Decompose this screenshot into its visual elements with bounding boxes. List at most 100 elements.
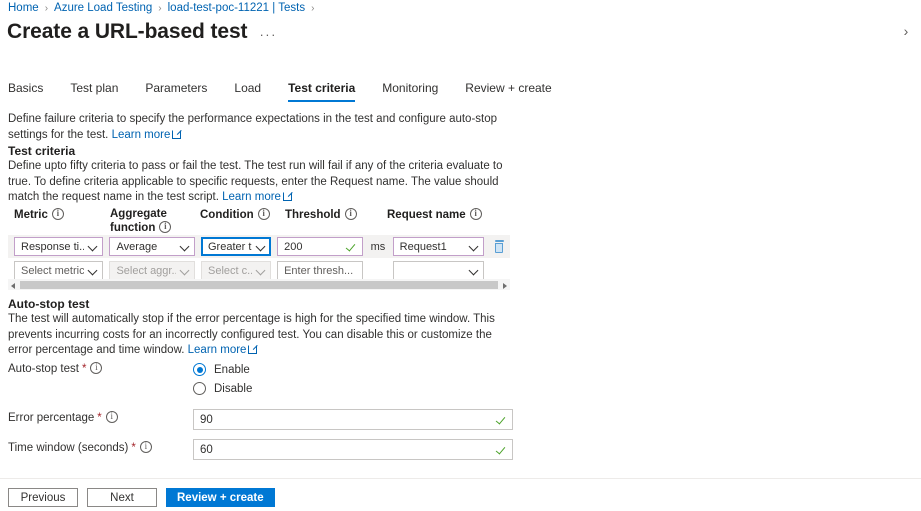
chevron-down-icon <box>256 266 266 276</box>
column-header-request-name-label: Request name <box>387 209 466 221</box>
intro-learn-more-link[interactable]: Learn more <box>112 129 182 141</box>
breadcrumb-item-azure-load-testing[interactable]: Azure Load Testing <box>54 2 152 14</box>
wizard-footer: Previous Next Review + create <box>8 488 284 507</box>
test-criteria-learn-more-link[interactable]: Learn more <box>222 191 292 203</box>
column-header-threshold: Threshold <box>285 208 387 222</box>
radio-enable-indicator <box>193 363 206 376</box>
test-criteria-table-header: Metric Aggregate function Condition Thre… <box>8 208 510 234</box>
intro-text: Define failure criteria to specify the p… <box>8 113 498 141</box>
request-name-dropdown[interactable] <box>392 261 485 280</box>
delete-criteria-placeholder <box>488 261 510 280</box>
tab-monitoring[interactable]: Monitoring <box>382 80 438 102</box>
tab-test-criteria[interactable]: Test criteria <box>288 80 356 102</box>
aggregate-function-dropdown-placeholder: Select aggr... <box>116 264 176 277</box>
footer-divider <box>0 478 921 479</box>
tab-review-create[interactable]: Review + create <box>465 80 551 102</box>
delete-criteria-button[interactable] <box>488 237 510 256</box>
external-link-icon <box>282 192 292 201</box>
table-row[interactable]: Response ti... Average Greater t... 200 … <box>8 235 510 258</box>
request-name-dropdown[interactable]: Request1 <box>392 237 485 256</box>
info-icon[interactable] <box>105 411 118 423</box>
column-header-condition: Condition <box>200 208 285 222</box>
info-icon[interactable] <box>469 208 482 220</box>
page-title: Create a URL-based test <box>7 20 248 43</box>
valid-check-icon <box>496 444 508 456</box>
time-window-label-text: Time window (seconds) <box>8 442 129 454</box>
scrollbar-thumb[interactable] <box>20 280 498 289</box>
threshold-unit-label: ms <box>370 240 386 253</box>
valid-check-icon <box>496 414 508 426</box>
auto-stop-radio-group: Enable Disable <box>193 360 252 398</box>
chevron-down-icon <box>469 266 479 276</box>
aggregate-function-dropdown[interactable]: Average <box>109 237 195 256</box>
review-create-button[interactable]: Review + create <box>166 488 275 507</box>
tab-parameters[interactable]: Parameters <box>145 80 207 102</box>
error-percentage-label-text: Error percentage <box>8 412 95 424</box>
threshold-input[interactable]: Enter thresh... <box>277 261 363 280</box>
threshold-input[interactable]: 200 <box>277 237 363 256</box>
auto-stop-description: The test will automatically stop if the … <box>8 312 508 359</box>
metric-dropdown[interactable]: Response ti... <box>14 237 104 256</box>
auto-stop-learn-more-link[interactable]: Learn more <box>188 344 258 356</box>
time-window-label: Time window (seconds) * <box>8 439 193 454</box>
radio-option-disable[interactable]: Disable <box>193 379 252 398</box>
column-header-metric-label: Metric <box>14 209 48 221</box>
tab-load[interactable]: Load <box>234 80 261 102</box>
condition-dropdown[interactable]: Greater t... <box>201 237 272 256</box>
condition-dropdown-placeholder: Select c... <box>208 264 253 277</box>
intro-learn-more-label: Learn more <box>111 128 171 141</box>
next-button[interactable]: Next <box>87 488 157 507</box>
wizard-tabs: Basics Test plan Parameters Load Test cr… <box>8 80 579 104</box>
tab-test-plan[interactable]: Test plan <box>70 80 118 102</box>
scroll-left-arrow-icon[interactable] <box>8 279 19 290</box>
tab-basics[interactable]: Basics <box>8 80 43 102</box>
valid-check-icon <box>346 241 358 253</box>
column-header-metric: Metric <box>14 208 110 222</box>
error-percentage-value: 90 <box>200 413 213 426</box>
external-link-icon <box>172 129 182 139</box>
table-horizontal-scrollbar[interactable] <box>8 279 510 290</box>
info-icon[interactable] <box>90 362 103 374</box>
chevron-down-icon <box>180 242 190 252</box>
error-percentage-row: Error percentage* 90 <box>8 409 608 430</box>
required-indicator: * <box>131 442 136 454</box>
chevron-down-icon <box>256 242 266 252</box>
aggregate-function-dropdown: Select aggr... <box>109 261 195 280</box>
column-header-aggregate-function: Aggregate function <box>110 208 200 235</box>
condition-dropdown-value: Greater t... <box>208 240 252 253</box>
external-link-icon <box>248 345 258 354</box>
info-icon[interactable] <box>257 208 270 220</box>
chevron-down-icon <box>88 242 98 252</box>
time-window-value: 60 <box>200 443 213 456</box>
info-icon[interactable] <box>344 208 357 220</box>
metric-dropdown[interactable]: Select metric <box>14 261 104 280</box>
threshold-input-value: 200 <box>284 240 303 253</box>
info-icon[interactable] <box>51 208 64 220</box>
time-window-row: Time window (seconds)* 60 <box>8 439 608 460</box>
more-options-icon[interactable]: ··· <box>259 27 277 46</box>
breadcrumb-item-home[interactable]: Home <box>8 2 39 14</box>
breadcrumb-separator-icon: › <box>44 2 49 14</box>
auto-stop-toggle-label-text: Auto-stop test <box>8 363 79 375</box>
page-title-row: Create a URL-based test ··· <box>7 18 277 46</box>
chevron-right-icon[interactable]: › <box>897 22 915 40</box>
error-percentage-input[interactable]: 90 <box>193 409 513 430</box>
info-icon[interactable] <box>159 221 172 233</box>
test-criteria-learn-more-label: Learn more <box>222 191 281 203</box>
chevron-down-icon <box>88 266 98 276</box>
column-header-threshold-label: Threshold <box>285 209 341 221</box>
info-icon[interactable] <box>139 441 152 453</box>
condition-dropdown: Select c... <box>201 261 272 280</box>
breadcrumb-item-resource-tests[interactable]: load-test-poc-11221 | Tests <box>168 2 305 14</box>
metric-dropdown-placeholder: Select metric <box>21 264 85 277</box>
radio-option-disable-label: Disable <box>214 382 253 395</box>
chevron-down-icon <box>469 242 479 252</box>
request-name-dropdown-value: Request1 <box>399 240 447 253</box>
threshold-input-placeholder: Enter thresh... <box>284 264 354 277</box>
radio-option-enable[interactable]: Enable <box>193 360 252 379</box>
time-window-input[interactable]: 60 <box>193 439 513 460</box>
radio-disable-indicator <box>193 382 206 395</box>
previous-button[interactable]: Previous <box>8 488 78 507</box>
auto-stop-heading: Auto-stop test <box>8 297 90 311</box>
scroll-right-arrow-icon[interactable] <box>499 279 510 290</box>
